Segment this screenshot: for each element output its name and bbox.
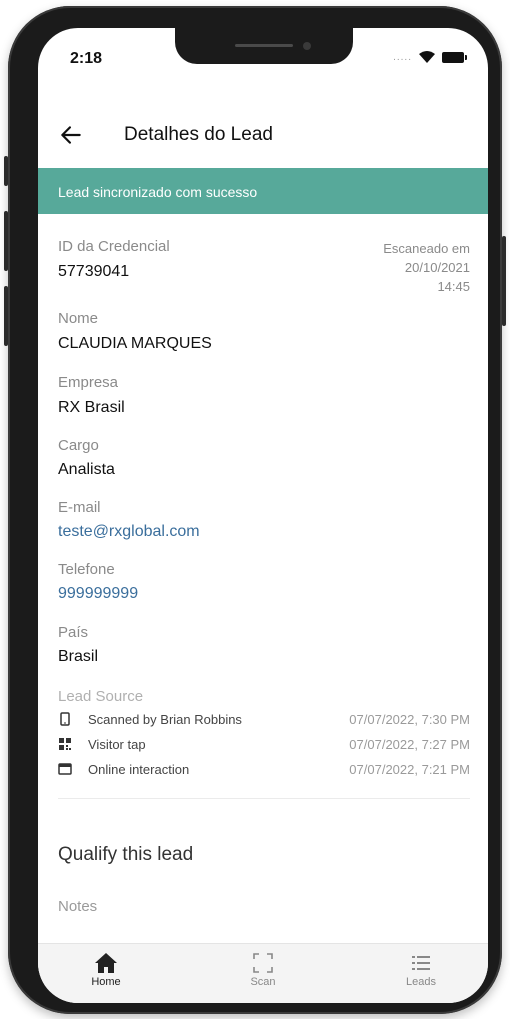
browser-window-icon [58,763,72,775]
status-time: 2:18 [70,50,103,67]
section-divider [58,798,470,799]
wifi-icon [419,51,435,63]
lead-source-row: Online interaction 07/07/2022, 7:21 PM [58,758,470,780]
credential-label: ID da Credencial [58,238,170,255]
qualify-heading: Qualify this lead [58,844,194,865]
battery-icon [442,51,467,63]
lead-source-row: Scanned by Brian Robbins 07/07/2022, 7:3… [58,708,470,730]
country-label: País [58,624,89,641]
qr-code-icon [59,738,71,750]
nav-scan[interactable]: Scan [223,952,303,988]
front-camera [303,42,311,50]
name-label: Nome [58,310,99,327]
scanned-at: Escaneado em 20/10/2021 14:45 [383,239,470,296]
phone-screen: 2:18 ..... Detalhes do Lead Lead sincron… [38,28,488,1003]
scanned-date: 20/10/2021 [404,260,470,275]
lead-source-row: Visitor tap 07/07/2022, 7:27 PM [58,733,470,755]
scan-frame-icon [253,953,273,973]
phone-label: Telefone [58,561,115,578]
scanned-label: Escaneado em [383,241,470,256]
signal-dots: ..... [393,51,412,63]
lead-source-name: Visitor tap [88,736,146,752]
app-bar: Detalhes do Lead [38,114,488,158]
phone-link[interactable]: 999999999 [58,585,138,603]
nav-leads-label: Leads [406,976,436,988]
mobile-phone-icon [60,712,70,726]
email-link[interactable]: teste@rxglobal.com [58,523,200,541]
banner-message: Lead sincronizado com sucesso [58,184,258,200]
page-title: Detalhes do Lead [124,124,273,145]
credential-value: 57739041 [58,263,130,280]
nav-scan-label: Scan [250,976,276,988]
email-label: E-mail [58,499,101,516]
silent-switch [4,156,8,186]
lead-source-date: 07/07/2022, 7:30 PM [349,711,470,727]
company-label: Empresa [58,374,119,391]
nav-home-label: Home [91,976,121,988]
list-icon [412,956,430,970]
lead-source-name: Online interaction [88,761,190,777]
role-value: Analista [58,461,115,478]
company-value: RX Brasil [58,399,125,416]
name-value: CLAUDIA MARQUES [58,335,212,352]
volume-down-button [4,286,8,346]
power-button [502,236,506,326]
lead-source-name: Scanned by Brian Robbins [88,711,242,727]
lead-source-date: 07/07/2022, 7:21 PM [349,761,470,777]
home-icon [95,953,117,973]
scanned-time: 14:45 [437,279,470,294]
speaker-grille [235,44,293,47]
sync-success-banner: Lead sincronizado com sucesso [38,168,488,214]
nav-home[interactable]: Home [66,952,146,988]
notes-field[interactable]: Notes [58,898,97,915]
volume-up-button [4,211,8,271]
nav-leads[interactable]: Leads [381,952,461,988]
role-label: Cargo [58,437,99,454]
country-value: Brasil [58,648,99,665]
lead-source-label: Lead Source [58,688,144,705]
phone-frame: 2:18 ..... Detalhes do Lead Lead sincron… [4,6,506,1014]
back-arrow-icon[interactable] [58,122,84,148]
bottom-navigation: Home Scan Leads [38,943,488,1003]
notch [175,28,353,64]
status-icons: ..... [393,50,467,64]
lead-source-date: 07/07/2022, 7:27 PM [349,736,470,752]
